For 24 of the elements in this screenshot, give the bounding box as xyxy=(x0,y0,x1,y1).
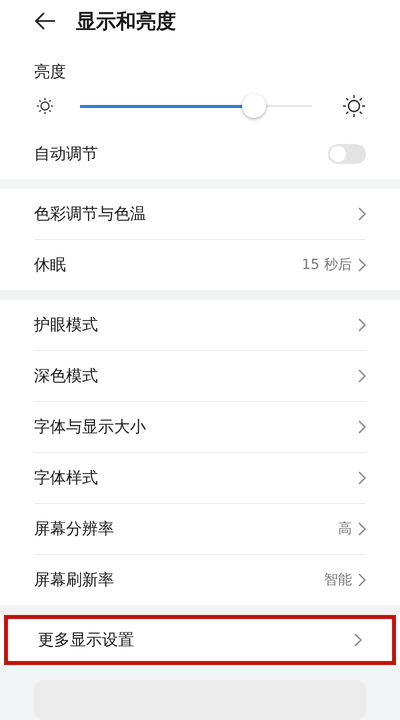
chevron-icon xyxy=(354,633,362,647)
auto-adjust-label: 自动调节 xyxy=(34,144,98,164)
settings-item[interactable]: 屏幕刷新率 智能 xyxy=(0,555,400,605)
chevron-icon xyxy=(358,522,366,536)
settings-item[interactable]: 字体样式 xyxy=(0,453,400,503)
back-icon[interactable] xyxy=(34,12,56,30)
settings-item[interactable]: 护眼模式 xyxy=(0,300,400,350)
chevron-icon xyxy=(358,573,366,587)
settings-item[interactable]: 休眠 15 秒后 xyxy=(0,240,400,290)
page-title: 显示和亮度 xyxy=(76,8,176,34)
chevron-icon xyxy=(358,318,366,332)
settings-item[interactable]: 色彩调节与色温 xyxy=(0,189,400,239)
chevron-icon xyxy=(358,420,366,434)
brightness-label: 亮度 xyxy=(33,61,67,83)
sun-icon xyxy=(342,94,366,118)
chevron-icon xyxy=(358,207,366,221)
toggle-switch[interactable] xyxy=(328,144,366,164)
settings-item[interactable]: 深色模式 xyxy=(0,351,400,401)
chevron-icon xyxy=(358,369,366,383)
settings-item[interactable]: 屏幕分辨率 高 xyxy=(0,504,400,554)
settings-item[interactable]: 字体与显示大小 xyxy=(0,402,400,452)
chevron-icon xyxy=(358,471,366,485)
sun-icon xyxy=(36,97,54,115)
chevron-icon xyxy=(358,258,366,272)
